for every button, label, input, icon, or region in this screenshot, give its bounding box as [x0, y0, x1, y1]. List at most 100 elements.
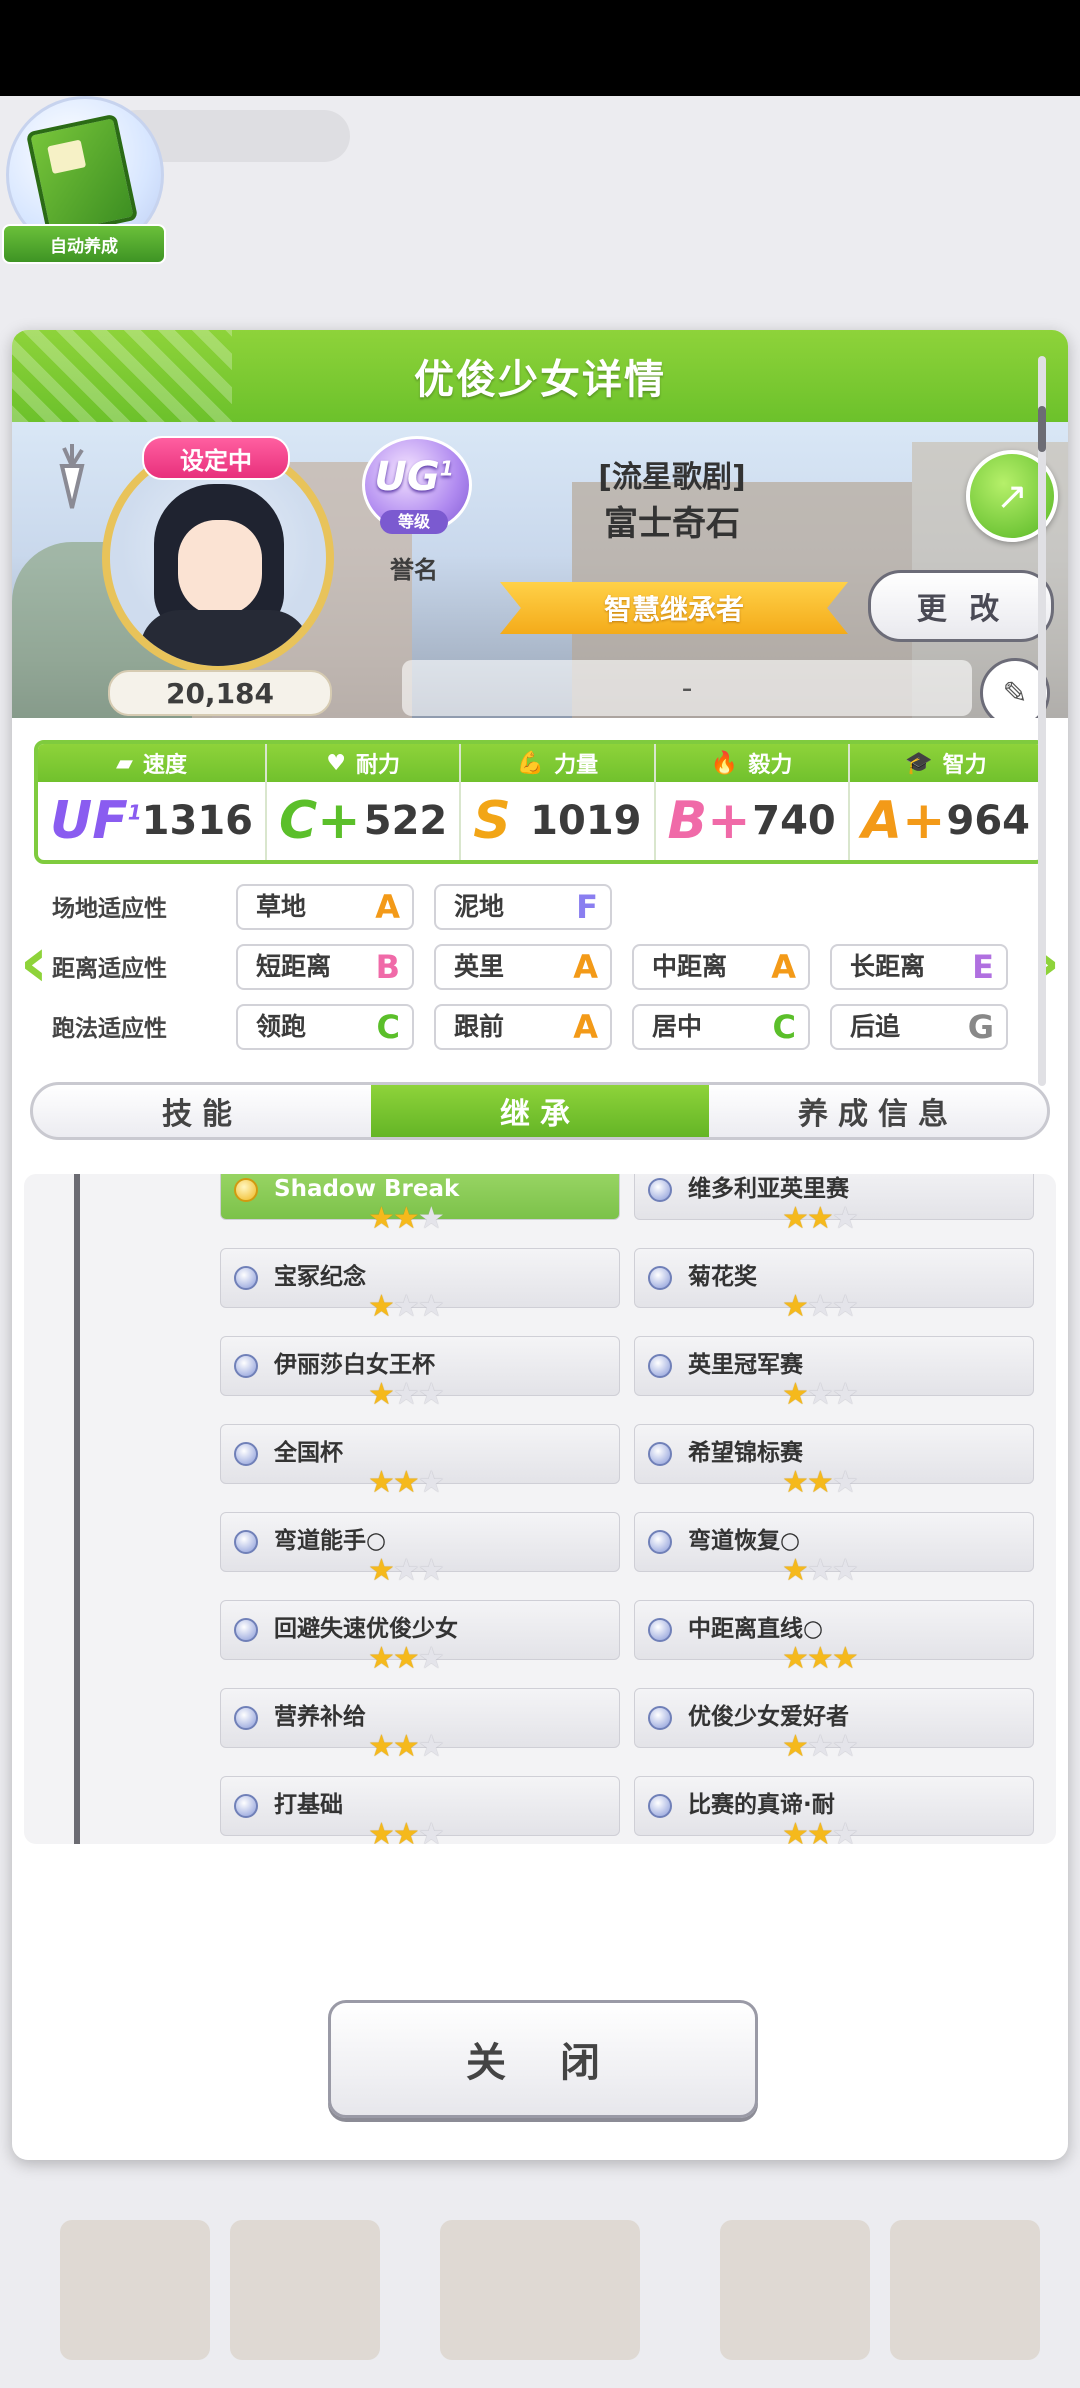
- rank-level-label: 等级: [380, 510, 448, 534]
- stats-panel: ▰ 速度 UF1 1316 ♥ 耐力 C+ 522 💪 力量 S 1019 🔥 毅力 B+ 74…: [34, 740, 1046, 864]
- stat-grade: S: [473, 791, 511, 851]
- star-empty-icon: ★: [392, 1289, 420, 1324]
- skill-orb-icon: [648, 1618, 672, 1642]
- star-filled-icon: ★: [782, 1817, 809, 1845]
- skill-stars: ★★★: [782, 1204, 892, 1234]
- star-filled-icon: ★: [392, 1641, 420, 1676]
- star-filled-icon: ★: [806, 1465, 834, 1500]
- track-aptitude-row: 场地适应性 草地 A 泥地 F: [12, 884, 1068, 934]
- skill-stars: ★★★: [782, 1292, 892, 1322]
- skill-item[interactable]: 弯道恢复○ ★★★: [634, 1512, 1034, 1586]
- skill-stars: ★★★: [782, 1644, 892, 1674]
- skill-item[interactable]: 营养补给 ★★★: [220, 1688, 620, 1762]
- aptitude-name: 泥地: [454, 892, 505, 921]
- skill-item[interactable]: 伊丽莎白女王杯 ★★★: [220, 1336, 620, 1410]
- skill-stars: ★★★: [368, 1380, 478, 1410]
- skill-name: 营养补给: [274, 1704, 366, 1730]
- aptitude-name: 后追: [850, 1012, 901, 1041]
- aptitude-name: 跟前: [454, 1012, 505, 1041]
- star-filled-icon: ★: [806, 1201, 834, 1236]
- tab-training-info[interactable]: 养成信息: [709, 1085, 1047, 1137]
- aptitude-grade: B: [375, 948, 400, 986]
- change-title-button[interactable]: 更 改: [868, 570, 1054, 642]
- stat-grade: A+: [861, 791, 946, 851]
- star-filled-icon: ★: [392, 1817, 420, 1845]
- star-empty-icon: ★: [417, 1465, 445, 1500]
- stat-label: 毅力: [748, 753, 793, 778]
- skill-item[interactable]: 希望锦标赛 ★★★: [634, 1424, 1034, 1498]
- star-filled-icon: ★: [368, 1729, 395, 1764]
- skill-stars: ★★★: [782, 1556, 892, 1586]
- character-epithet: [流星歌剧]: [598, 460, 746, 495]
- star-empty-icon: ★: [831, 1729, 859, 1764]
- skill-item[interactable]: 弯道能手○ ★★★: [220, 1512, 620, 1586]
- list-scrollbar[interactable]: [1038, 356, 1046, 1086]
- aptitude-name: 中距离: [652, 952, 728, 981]
- aptitude-name: 领跑: [256, 1012, 307, 1041]
- aptitude-grade: E: [972, 948, 994, 986]
- skill-orb-icon: [234, 1706, 258, 1730]
- skill-item[interactable]: Shadow Break ★★★: [220, 1174, 620, 1234]
- aptitude-dirt: 泥地 F: [434, 884, 612, 930]
- star-filled-icon: ★: [392, 1465, 420, 1500]
- bottom-nav-faded: [0, 2190, 1080, 2388]
- aptitude-long: 长距离 E: [830, 944, 1008, 990]
- skill-item[interactable]: 维多利亚英里赛 ★★★: [634, 1174, 1034, 1234]
- star-empty-icon: ★: [392, 1553, 420, 1588]
- stat-wisdom: 🎓 智力 A+ 964: [849, 744, 1042, 860]
- nav-item: [440, 2220, 640, 2360]
- inheritance-skill-list[interactable]: Shadow Break ★★★ 维多利亚英里赛 ★★★ 宝冢纪念 ★★★ 菊花奖 ★★★ 伊丽…: [24, 1174, 1056, 1844]
- star-empty-icon: ★: [806, 1289, 834, 1324]
- muscle-icon: 💪: [516, 750, 545, 776]
- evaluation-score: 20,184: [108, 670, 332, 716]
- inheritor-title-ribbon: 智慧继承者: [500, 582, 848, 634]
- star-filled-icon: ★: [806, 1817, 834, 1845]
- skill-stars: ★★★: [368, 1732, 478, 1762]
- memo-field[interactable]: -: [402, 660, 972, 716]
- skill-item[interactable]: 比赛的真谛·耐 ★★★: [634, 1776, 1034, 1844]
- stat-header: ▰ 速度: [38, 744, 265, 782]
- star-filled-icon: ★: [368, 1465, 395, 1500]
- skill-item[interactable]: 英里冠军赛 ★★★: [634, 1336, 1034, 1410]
- skill-item[interactable]: 优俊少女爱好者 ★★★: [634, 1688, 1034, 1762]
- stat-body: C+ 522: [267, 782, 459, 860]
- tab-skills[interactable]: 技能: [33, 1085, 371, 1137]
- detail-tabs: 技能 继承 养成信息: [30, 1082, 1050, 1140]
- skill-item[interactable]: 宝冢纪念 ★★★: [220, 1248, 620, 1322]
- stat-power: 💪 力量 S 1019: [461, 744, 656, 860]
- skill-item[interactable]: 回避失速优俊少女 ★★★: [220, 1600, 620, 1674]
- nav-item: [890, 2220, 1040, 2360]
- scrollbar-thumb[interactable]: [1038, 406, 1046, 452]
- honor-label: 誉名: [390, 556, 438, 584]
- skill-item[interactable]: 全国杯 ★★★: [220, 1424, 620, 1498]
- auto-train-button[interactable]: 自动养成: [0, 96, 168, 266]
- skill-orb-icon: [648, 1794, 672, 1818]
- graduation-cap-icon: 🎓: [905, 750, 933, 776]
- skill-item[interactable]: 中距离直线○ ★★★: [634, 1600, 1034, 1674]
- stat-value: 740: [752, 798, 836, 844]
- stat-header: ♥ 耐力: [267, 744, 460, 782]
- skill-orb-icon: [234, 1266, 258, 1290]
- aptitude-late: 居中 C: [632, 1004, 810, 1050]
- skill-orb-icon: [648, 1354, 672, 1378]
- rank-emblem: UG1 等级: [358, 436, 472, 548]
- skill-stars: ★★★: [368, 1468, 478, 1498]
- aptitude-end: 后追 G: [830, 1004, 1008, 1050]
- rank-grade-sub: 1: [439, 456, 454, 481]
- close-button[interactable]: 关 闭: [328, 2000, 758, 2118]
- stat-grade: UF1: [50, 791, 142, 851]
- star-empty-icon: ★: [417, 1641, 445, 1676]
- rank-grade: UG1: [358, 454, 470, 500]
- rank-grade-letters: UG: [374, 454, 440, 500]
- aptitude-name: 长距离: [850, 952, 926, 981]
- star-filled-icon: ★: [806, 1641, 834, 1676]
- stat-body: UF1 1316: [38, 782, 265, 860]
- pencil-icon: ✎: [1002, 675, 1028, 711]
- stat-label: 智力: [942, 753, 987, 778]
- heart-icon: ♥: [326, 750, 346, 776]
- tab-inheritance[interactable]: 继承: [371, 1085, 709, 1137]
- star-empty-icon: ★: [806, 1377, 834, 1412]
- skill-item[interactable]: 打基础 ★★★: [220, 1776, 620, 1844]
- aptitude-grade: C: [772, 1008, 796, 1046]
- skill-item[interactable]: 菊花奖 ★★★: [634, 1248, 1034, 1322]
